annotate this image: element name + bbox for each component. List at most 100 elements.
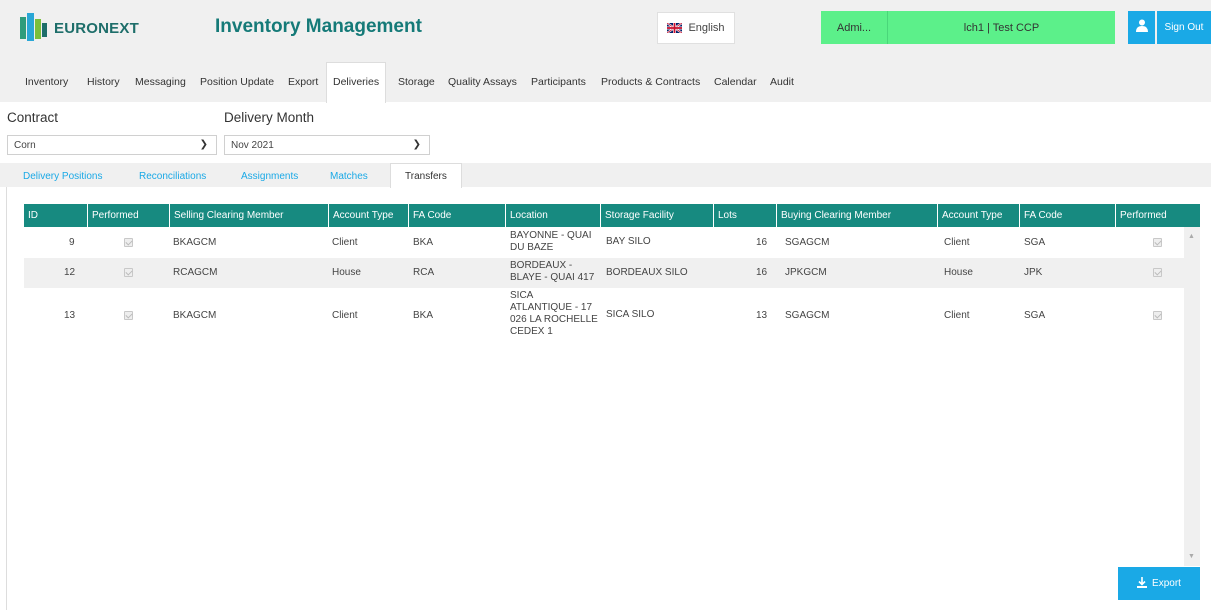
chevron-down-icon: ❯ (412, 139, 421, 150)
cell-lots: 13 (756, 310, 768, 321)
table-row[interactable]: 13 BKAGCM Client BKA SICA ATLANTIQUE - 1… (24, 288, 1184, 344)
buy-performed-checkbox[interactable] (1153, 268, 1162, 277)
cell-fa-code: RCA (413, 267, 435, 278)
contract-value: Corn (14, 139, 36, 151)
col-selling-clearing-member[interactable]: Selling Clearing Member (170, 204, 329, 227)
nav-calendar[interactable]: Calendar (714, 76, 757, 88)
transfers-table: ID Performed Selling Clearing Member Acc… (24, 204, 1200, 566)
cell-buy-account-type: House (944, 267, 973, 278)
nav-history[interactable]: History (87, 76, 120, 88)
cell-buy-fa-code: SGA (1024, 310, 1046, 321)
delivery-month-label: Delivery Month (224, 110, 315, 125)
cell-buying-member: SGAGCM (785, 310, 830, 321)
cell-storage: SICA SILO (606, 309, 655, 320)
cell-buying-member: SGAGCM (785, 237, 830, 248)
nav-export[interactable]: Export (288, 76, 318, 88)
cell-storage: BORDEAUX SILO (606, 267, 688, 278)
export-button[interactable]: Export (1118, 567, 1200, 600)
cell-location-line: BLAYE - QUAI 417 (510, 272, 595, 283)
buy-performed-checkbox[interactable] (1153, 238, 1162, 247)
cell-location-line: SICA (510, 290, 534, 301)
nav-products-contracts[interactable]: Products & Contracts (601, 76, 700, 88)
cell-location-line: BAYONNE - QUAI (510, 230, 592, 241)
cell-account-type: Client (332, 310, 358, 321)
main-nav: Inventory History Messaging Position Upd… (0, 62, 1211, 103)
nav-position-update[interactable]: Position Update (200, 76, 274, 88)
cell-location-line: ATLANTIQUE - 17 (510, 302, 593, 313)
tab-matches[interactable]: Matches (330, 171, 368, 182)
col-id[interactable]: ID (24, 204, 88, 227)
col-account-type[interactable]: Account Type (329, 204, 409, 227)
nav-quality-assays[interactable]: Quality Assays (448, 76, 517, 88)
col-performed[interactable]: Performed (88, 204, 170, 227)
cell-storage: BAY SILO (606, 236, 651, 247)
col-buy-fa-code[interactable]: FA Code (1020, 204, 1116, 227)
cell-fa-code: BKA (413, 237, 434, 248)
user-icon (1135, 19, 1148, 37)
user-role-badge[interactable]: Admi... (821, 11, 887, 44)
contract-label: Contract (7, 110, 59, 125)
export-label: Export (1152, 578, 1181, 589)
nav-storage[interactable]: Storage (398, 76, 435, 88)
table-row[interactable]: 9 BKAGCM Client BKA BAYONNE - QUAI DU BA… (24, 227, 1184, 258)
tab-assignments[interactable]: Assignments (241, 171, 298, 182)
delivery-month-value: Nov 2021 (231, 139, 274, 151)
nav-deliveries[interactable]: Deliveries (326, 62, 387, 103)
euronext-logo[interactable]: EURONEXT (16, 10, 139, 46)
cell-buying-member: JPKGCM (785, 267, 827, 278)
col-buy-account-type[interactable]: Account Type (938, 204, 1020, 227)
performed-checkbox[interactable] (124, 268, 133, 277)
cell-location-line: 026 LA ROCHELLE (510, 314, 598, 325)
nav-inventory[interactable]: Inventory (25, 76, 68, 88)
cell-location-line: BORDEAUX - (510, 260, 573, 271)
col-buying-clearing-member[interactable]: Buying Clearing Member (777, 204, 938, 227)
tab-transfers[interactable]: Transfers (390, 163, 462, 188)
cell-fa-code: BKA (413, 310, 434, 321)
col-storage-facility[interactable]: Storage Facility (601, 204, 714, 227)
brand-name: EURONEXT (54, 19, 139, 37)
cell-id: 12 (64, 267, 76, 278)
sign-out-button[interactable]: Sign Out (1157, 11, 1211, 44)
buy-performed-checkbox[interactable] (1153, 311, 1162, 320)
tab-reconciliations[interactable]: Reconciliations (139, 171, 206, 182)
cell-selling-member: BKAGCM (173, 310, 217, 321)
account-selector[interactable]: lch1 | Test CCP (887, 11, 1115, 44)
language-selector[interactable]: English (657, 12, 735, 44)
col-buy-performed[interactable]: Performed (1116, 204, 1200, 227)
euronext-logo-icon (16, 11, 50, 45)
user-profile-button[interactable] (1128, 11, 1155, 44)
scroll-down-arrow-icon[interactable]: ▼ (1188, 553, 1195, 560)
nav-audit[interactable]: Audit (770, 76, 794, 88)
app-title: Inventory Management (215, 16, 422, 37)
nav-messaging[interactable]: Messaging (135, 76, 186, 88)
col-lots[interactable]: Lots (714, 204, 777, 227)
table-scrollbar[interactable]: ▲ ▼ (1184, 227, 1200, 566)
cell-lots: 16 (756, 267, 768, 278)
scroll-up-arrow-icon[interactable]: ▲ (1188, 233, 1195, 240)
language-label: English (688, 22, 725, 34)
cell-buy-fa-code: SGA (1024, 237, 1046, 248)
app-header: EURONEXT Inventory Management English Ad… (0, 0, 1211, 62)
content-border (6, 187, 7, 610)
cell-lots: 16 (756, 237, 768, 248)
uk-flag-icon (667, 23, 683, 33)
download-icon (1137, 576, 1148, 591)
col-location[interactable]: Location (506, 204, 601, 227)
performed-checkbox[interactable] (124, 311, 133, 320)
cell-location-line: DU BAZE (510, 242, 554, 253)
nav-participants[interactable]: Participants (531, 76, 586, 88)
tab-delivery-positions[interactable]: Delivery Positions (23, 171, 102, 182)
col-fa-code[interactable]: FA Code (409, 204, 506, 227)
delivery-month-select[interactable]: Nov 2021 ❯ (224, 135, 430, 155)
contract-select[interactable]: Corn ❯ (7, 135, 217, 155)
table-row[interactable]: 12 RCAGCM House RCA BORDEAUX - BLAYE - Q… (24, 258, 1184, 288)
cell-account-type: Client (332, 237, 358, 248)
performed-checkbox[interactable] (124, 238, 133, 247)
cell-account-type: House (332, 267, 361, 278)
cell-buy-account-type: Client (944, 310, 970, 321)
cell-buy-fa-code: JPK (1024, 267, 1043, 278)
cell-id: 9 (69, 237, 75, 248)
chevron-down-icon: ❯ (199, 139, 208, 150)
cell-buy-account-type: Client (944, 237, 970, 248)
cell-selling-member: RCAGCM (173, 267, 218, 278)
